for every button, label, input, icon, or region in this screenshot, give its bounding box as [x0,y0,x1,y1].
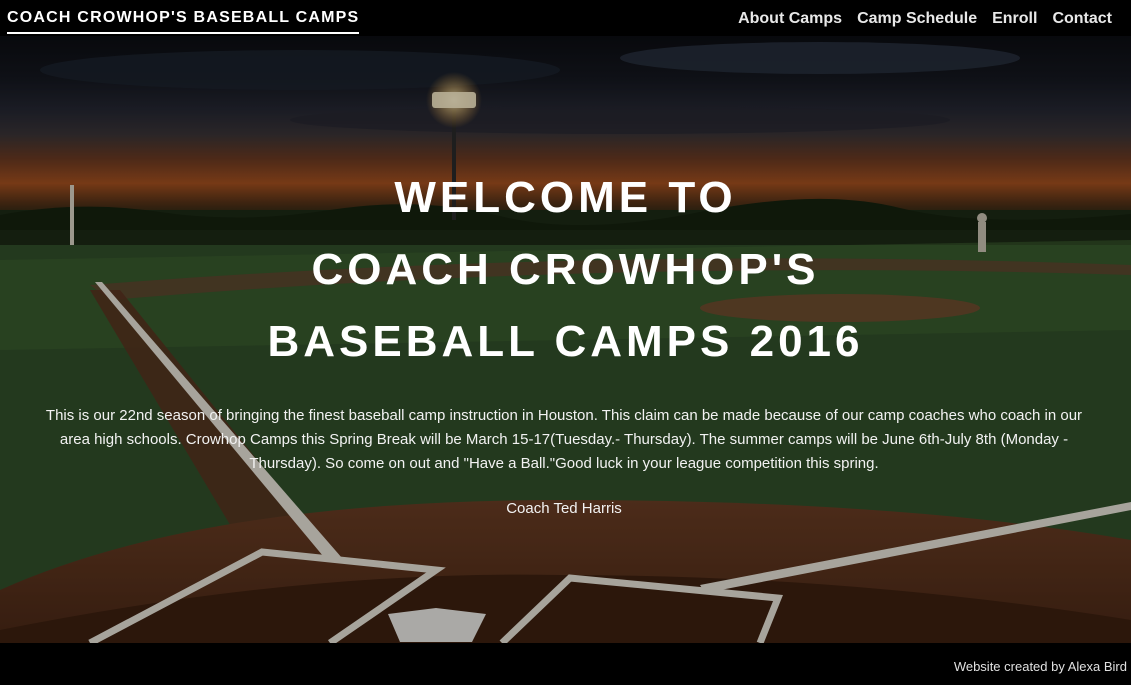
site-credit: Website created by Alexa Bird [953,659,1127,674]
headline-line-1: WELCOME TO [394,173,737,222]
nav-about-camps[interactable]: About Camps [738,10,842,28]
headline-line-3: BASEBALL CAMPS 2016 [267,317,864,366]
page: COACH CROWHOP'S BASEBALL CAMPS About Cam… [0,0,1131,685]
welcome-headline: WELCOME TO COACH CROWHOP'S BASEBALL CAMP… [0,162,1131,378]
main-nav: About Camps Camp Schedule Enroll Contact [738,10,1112,28]
hero-section: WELCOME TO COACH CROWHOP'S BASEBALL CAMP… [0,30,1131,643]
top-nav-bar: COACH CROWHOP'S BASEBALL CAMPS About Cam… [0,0,1131,36]
site-logo-link[interactable]: COACH CROWHOP'S BASEBALL CAMPS [7,9,360,34]
nav-camp-schedule[interactable]: Camp Schedule [857,10,977,28]
coach-signature: Coach Ted Harris [506,500,622,517]
intro-paragraph: This is our 22nd season of bringing the … [45,407,1083,472]
nav-contact[interactable]: Contact [1052,10,1112,28]
nav-enroll[interactable]: Enroll [992,10,1037,28]
headline-line-2: COACH CROWHOP'S [311,245,820,294]
footer: Website created by Alexa Bird [0,643,1131,685]
